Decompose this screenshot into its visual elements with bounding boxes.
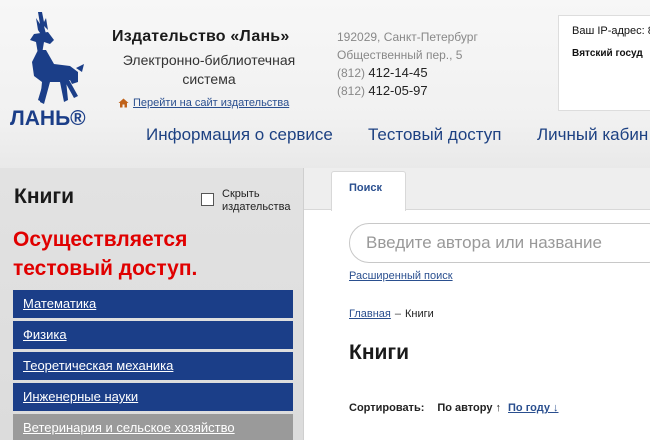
category-list: Математика Физика Теоретическая механика…: [13, 290, 293, 440]
nav-item-service-info[interactable]: Информация о сервисе: [146, 125, 333, 145]
nav-item-test-access[interactable]: Тестовый доступ: [368, 125, 501, 145]
advanced-search-link[interactable]: Расширенный поиск: [349, 270, 453, 282]
phone-2-number: 412-05-97: [368, 83, 428, 98]
category-item-physics[interactable]: Физика: [13, 321, 293, 349]
search-input[interactable]: [349, 223, 650, 263]
address-line-1: 192029, Санкт-Петербург: [337, 30, 478, 44]
hide-publishers-label[interactable]: Скрыть издательства: [222, 188, 302, 214]
category-item-engineering[interactable]: Инженерные науки: [13, 383, 293, 411]
phone-1-number: 412-14-45: [368, 65, 428, 80]
address-line-2: Общественный пер., 5: [337, 48, 463, 62]
home-icon: [118, 98, 129, 108]
tab-search[interactable]: Поиск: [331, 171, 406, 211]
breadcrumb: Главная – Книги: [349, 308, 434, 320]
page-title: Книги: [349, 341, 410, 364]
sort-label: Сортировать:: [349, 402, 425, 414]
contact-block: 192029, Санкт-Петербург Общественный пер…: [337, 28, 478, 100]
ip-info-box: Ваш IP-адрес: 8 Вятский госуд: [558, 15, 650, 111]
publisher-subtitle: Электронно-библиотечная система: [122, 52, 296, 87]
main-nav: Информация о сервисе Тестовый доступ Лич…: [0, 125, 650, 147]
breadcrumb-home-link[interactable]: Главная: [349, 308, 391, 320]
phone-2: (812) 412-05-97: [337, 82, 478, 100]
publisher-site-link[interactable]: Перейти на сайт издательства: [133, 97, 289, 109]
sidebar: Книги Скрыть издательства Осуществляется…: [0, 168, 304, 440]
lan-logo[interactable]: ЛАНЬ®: [8, 10, 88, 128]
phone-1-code: (812): [337, 66, 366, 80]
sidebar-heading: Книги: [14, 185, 75, 208]
publisher-link-row: Перейти на сайт издательства: [118, 97, 289, 109]
category-item-theoretical-mechanics[interactable]: Теоретическая механика: [13, 352, 293, 380]
test-access-notice: Осуществляется тестовый доступ.: [13, 228, 198, 280]
nav-item-personal-cabinet[interactable]: Личный кабин: [537, 125, 648, 145]
breadcrumb-current: Книги: [405, 308, 434, 320]
publisher-title: Издательство «Лань»: [112, 28, 290, 45]
phone-1: (812) 412-14-45: [337, 64, 478, 82]
category-item-veterinary-agriculture[interactable]: Ветеринария и сельское хозяйство: [13, 414, 293, 440]
hide-publishers-toggle[interactable]: Скрыть издательства: [201, 188, 302, 214]
tab-strip: Поиск: [304, 168, 650, 211]
breadcrumb-separator: –: [394, 308, 401, 320]
phone-2-code: (812): [337, 84, 366, 98]
main-content: Поиск Расширенный поиск Главная–Книги Кн…: [304, 168, 650, 440]
hide-publishers-checkbox[interactable]: [201, 193, 214, 206]
ip-address-label: Ваш IP-адрес: 8: [572, 25, 650, 37]
sort-by-year-link[interactable]: По году ↓: [508, 402, 558, 414]
site-header: ЛАНЬ® Издательство «Лань» Электронно-биб…: [0, 0, 650, 168]
category-item-mathematics[interactable]: Математика: [13, 290, 293, 318]
organization-name: Вятский госуд: [572, 48, 643, 59]
sort-by-author[interactable]: По автору ↑: [437, 402, 501, 414]
sort-bar: Сортировать: По автору ↑ По году ↓: [349, 402, 559, 414]
